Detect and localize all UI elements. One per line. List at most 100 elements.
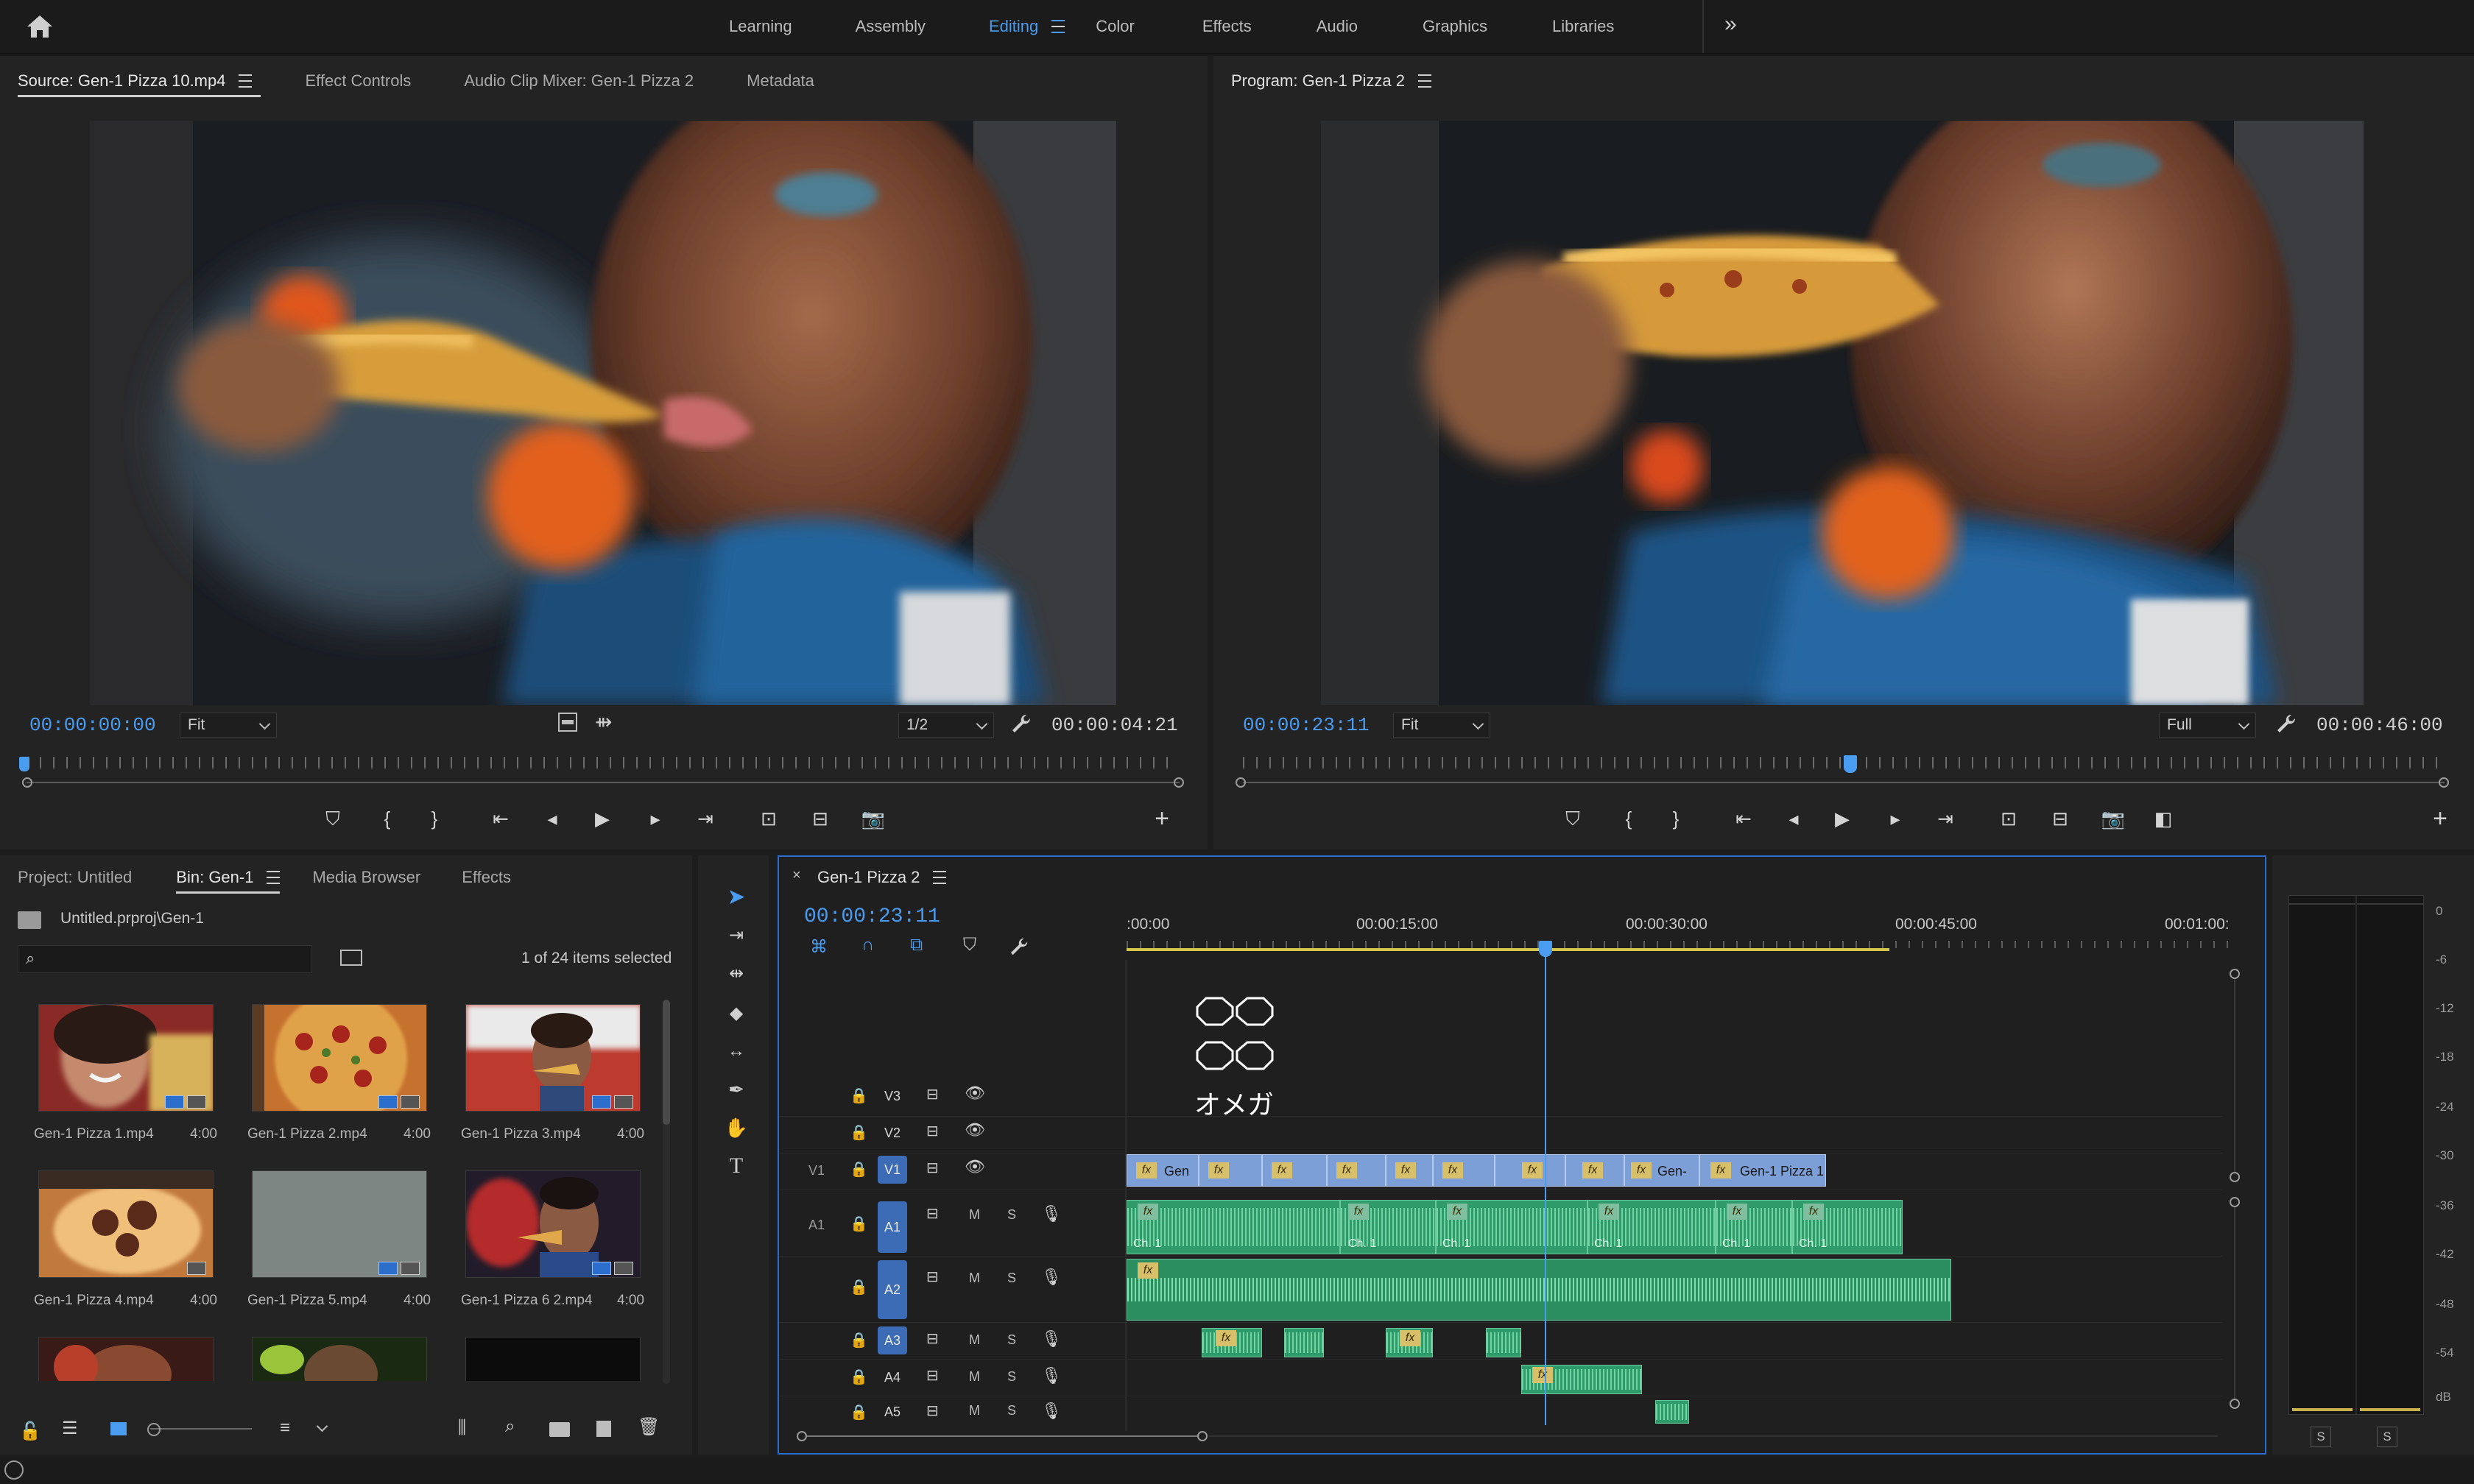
- wrench-icon[interactable]: [1010, 713, 1032, 738]
- program-video-frame[interactable]: [1321, 121, 2364, 705]
- sync-lock-icon[interactable]: ⊟: [926, 1329, 939, 1348]
- settings-toggle-icon[interactable]: ⇻: [595, 710, 612, 734]
- zoom-bar-fill[interactable]: [807, 1435, 1199, 1437]
- workspace-tab-learning[interactable]: Learning: [729, 17, 792, 36]
- video-clip[interactable]: fx: [1327, 1154, 1386, 1187]
- zoom-slider[interactable]: [147, 1423, 252, 1436]
- track-select-tool-icon[interactable]: ⇥: [720, 919, 753, 951]
- track-target-a5[interactable]: A5: [878, 1399, 907, 1425]
- solo-right-button[interactable]: S: [2377, 1427, 2397, 1447]
- sequence-menu-icon[interactable]: [933, 871, 947, 884]
- program-timecode[interactable]: 00:00:23:11: [1243, 714, 1370, 736]
- selection-tool-icon[interactable]: ➤: [720, 880, 753, 913]
- source-in-handle[interactable]: [22, 777, 32, 788]
- workspace-tab-effects[interactable]: Effects: [1202, 17, 1252, 36]
- mute-button[interactable]: M: [969, 1332, 980, 1348]
- automate-to-sequence-icon[interactable]: ⫼: [458, 1418, 466, 1438]
- lock-icon[interactable]: 🔒: [850, 1215, 868, 1233]
- workspace-tab-color[interactable]: Color: [1096, 17, 1135, 36]
- step-forward-icon[interactable]: ▸: [641, 804, 670, 833]
- audio-clip[interactable]: fx Ch. 1: [1340, 1200, 1436, 1254]
- source-menu-icon[interactable]: [239, 74, 253, 88]
- workspace-overflow-icon[interactable]: »: [1724, 12, 1737, 37]
- timeline-timecode[interactable]: 00:00:23:11: [804, 905, 940, 928]
- video-scroll-handle[interactable]: [2230, 1172, 2240, 1182]
- lock-icon[interactable]: 🔒: [850, 1160, 868, 1179]
- linked-selection-icon[interactable]: ⧉: [910, 935, 923, 955]
- workspace-tab-libraries[interactable]: Libraries: [1552, 17, 1614, 36]
- clip-thumbnail[interactable]: [465, 1337, 641, 1381]
- program-out-handle[interactable]: [2439, 777, 2449, 788]
- source-time-ruler[interactable]: [27, 757, 1178, 768]
- zoom-slider-handle[interactable]: [147, 1423, 161, 1436]
- source-playhead-marker[interactable]: [19, 757, 29, 771]
- program-zoom-dropdown[interactable]: Fit: [1393, 713, 1490, 738]
- mute-button[interactable]: M: [969, 1369, 980, 1385]
- button-editor-icon[interactable]: +: [1147, 804, 1177, 833]
- tab-audio-clip-mixer[interactable]: Audio Clip Mixer: Gen-1 Pizza 2: [437, 59, 720, 103]
- video-clip[interactable]: fx: [1433, 1154, 1495, 1187]
- creative-cloud-icon[interactable]: [4, 1460, 24, 1480]
- video-clip[interactable]: fx Gen-: [1624, 1154, 1699, 1187]
- microphone-icon[interactable]: 🎙: [1041, 1204, 1062, 1223]
- audio-scroll-track[interactable]: [2234, 1207, 2235, 1399]
- solo-button[interactable]: S: [1007, 1271, 1016, 1286]
- go-to-in-icon[interactable]: ⇤: [486, 804, 515, 833]
- mute-button[interactable]: M: [969, 1403, 980, 1418]
- tab-effects[interactable]: Effects: [435, 855, 538, 900]
- program-resolution-dropdown[interactable]: Full: [2159, 713, 2256, 738]
- close-sequence-icon[interactable]: ×: [792, 867, 801, 884]
- step-back-icon[interactable]: ◂: [538, 804, 567, 833]
- sync-lock-icon[interactable]: ⊟: [926, 1122, 939, 1140]
- mark-out-icon[interactable]: }: [1661, 804, 1691, 833]
- program-playhead-marker[interactable]: [1844, 755, 1857, 773]
- eye-icon[interactable]: 👁: [965, 1157, 985, 1176]
- chevron-down-icon[interactable]: [316, 1420, 328, 1432]
- track-target-a4[interactable]: A4: [878, 1363, 907, 1391]
- audio-clip[interactable]: fx Ch. 1: [1587, 1200, 1716, 1254]
- source-resolution-dropdown[interactable]: 1/2: [898, 713, 994, 738]
- microphone-icon[interactable]: 🎙: [1041, 1402, 1062, 1421]
- audio-clip[interactable]: fx Ch. 1: [1436, 1200, 1587, 1254]
- workspace-menu-icon[interactable]: [1051, 20, 1065, 33]
- lock-icon[interactable]: 🔒: [850, 1123, 868, 1142]
- track-a4[interactable]: 🔒 A4 ⊟ M S 🎙: [779, 1360, 2222, 1396]
- insert-icon[interactable]: ⊡: [754, 804, 783, 833]
- new-search-bin-icon[interactable]: [340, 950, 362, 966]
- nest-toggle-icon[interactable]: ⌘: [810, 936, 828, 958]
- ripple-edit-tool-icon[interactable]: ⇹: [720, 957, 753, 989]
- lock-icon[interactable]: 🔓: [19, 1421, 41, 1442]
- sync-lock-icon[interactable]: ⊟: [926, 1402, 939, 1420]
- track-a5[interactable]: 🔒 A5 ⊟ M S 🎙: [779, 1397, 2222, 1427]
- eye-icon[interactable]: 👁: [965, 1120, 985, 1140]
- lock-icon[interactable]: 🔒: [850, 1331, 868, 1349]
- track-target-v1[interactable]: V1: [878, 1156, 907, 1184]
- sync-lock-icon[interactable]: ⊟: [926, 1159, 939, 1177]
- solo-button[interactable]: S: [1007, 1369, 1016, 1385]
- workspace-tab-audio[interactable]: Audio: [1317, 17, 1358, 36]
- snap-icon[interactable]: ∩: [861, 935, 874, 955]
- audio-clip[interactable]: [1284, 1328, 1324, 1357]
- sync-lock-icon[interactable]: ⊟: [926, 1085, 939, 1103]
- track-target-a1[interactable]: A1: [878, 1201, 907, 1253]
- program-scrub-track[interactable]: [1243, 782, 2445, 783]
- sync-lock-icon[interactable]: ⊟: [926, 1366, 939, 1385]
- video-clip[interactable]: fx: [1565, 1154, 1624, 1187]
- find-icon[interactable]: ⌕: [505, 1416, 515, 1437]
- source-video-frame[interactable]: [90, 121, 1116, 705]
- lock-icon[interactable]: 🔒: [850, 1368, 868, 1386]
- extract-icon[interactable]: ⊟: [2045, 804, 2075, 833]
- zoom-handle-left[interactable]: [797, 1431, 807, 1441]
- video-clip[interactable]: fx Gen-1 Pizza 1: [1699, 1154, 1826, 1187]
- tab-source[interactable]: Source: Gen-1 Pizza 10.mp4: [0, 59, 278, 103]
- timeline-settings-icon[interactable]: [1009, 936, 1029, 961]
- video-scroll-track[interactable]: [2234, 979, 2235, 1172]
- lift-icon[interactable]: ⊡: [1994, 804, 2023, 833]
- sort-icons-icon[interactable]: ≡: [280, 1418, 290, 1438]
- track-v2[interactable]: 🔒 V2 ⊟ 👁: [779, 1116, 2222, 1153]
- workspace-tab-editing[interactable]: Editing: [989, 17, 1038, 36]
- horizontal-zoom-bar[interactable]: [797, 1428, 2232, 1444]
- comparison-view-icon[interactable]: ◧: [2149, 804, 2178, 833]
- track-target-a2[interactable]: A2: [878, 1260, 907, 1319]
- timeline-ruler[interactable]: :00:00 00:00:15:00 00:00:30:00 00:00:45:…: [1127, 901, 2246, 960]
